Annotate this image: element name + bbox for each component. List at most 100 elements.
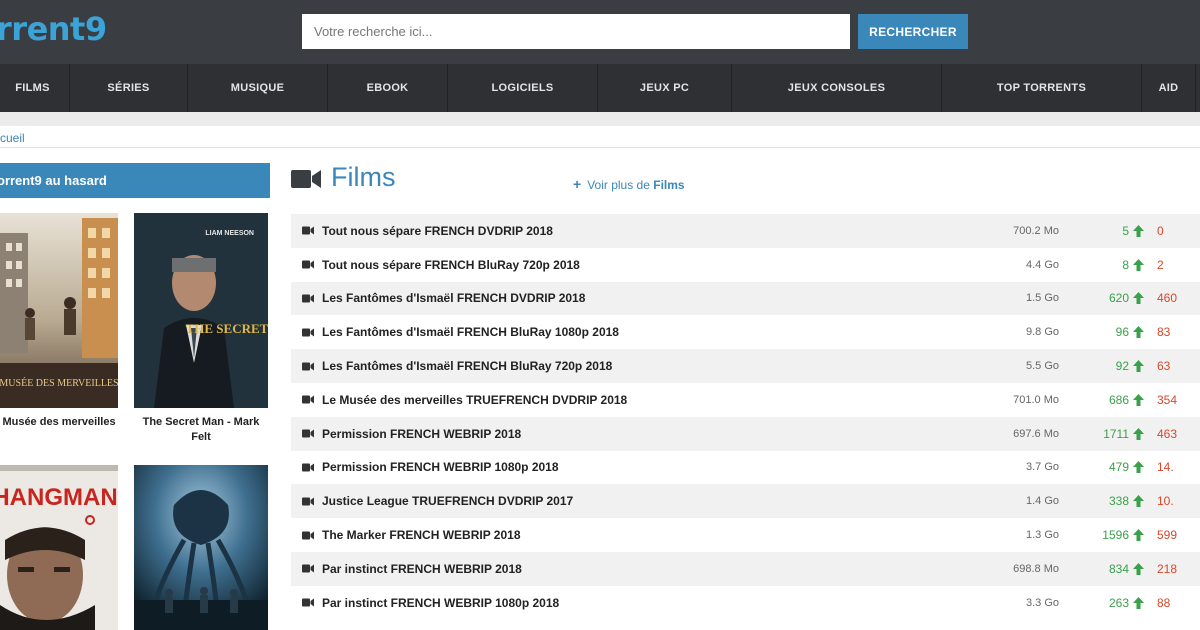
arrow-up-icon [1133, 360, 1144, 373]
torrent-size: 9.8 Go [1025, 326, 1059, 339]
poster-caption[interactable]: Musée des merveilles [0, 415, 118, 430]
breadcrumb-home[interactable]: ccueil [0, 131, 25, 145]
arrow-up-icon [1133, 224, 1144, 237]
torrent-row[interactable]: Par instinct FRENCH WEBRIP 1080p 2018 3.3… [291, 585, 1200, 620]
torrent-name[interactable]: Les Fantômes d'Ismaël FRENCH DVDRIP 2018 [322, 291, 585, 305]
nav-item-films[interactable]: FILMS [0, 64, 70, 112]
torrent-name[interactable]: Permission FRENCH WEBRIP 1080p 2018 [322, 460, 559, 474]
torrent-seeders: 96 [1115, 325, 1129, 340]
torrent-seeders: 1711 [1103, 426, 1129, 441]
nav-item-series[interactable]: SÉRIES [70, 64, 188, 112]
poster-title-text: THE SECRET MAN [186, 321, 268, 336]
torrent-row[interactable]: Justice League TRUEFRENCH DVDRIP 2017 1.4… [291, 484, 1200, 519]
torrent-leechers: 14. [1157, 460, 1174, 475]
arrow-up-icon [1133, 258, 1144, 271]
torrent-seeders: 5 [1122, 223, 1129, 238]
torrent-row[interactable]: The Marker FRENCH WEBRIP 2018 1.3 Go 1596 5… [291, 518, 1200, 552]
nav-item-jeux-consoles[interactable]: JEUX CONSOLES [732, 64, 942, 112]
header: rrent9 RECHERCHER [0, 0, 1200, 64]
arrow-up-icon [1133, 427, 1144, 440]
poster-image [134, 465, 268, 630]
torrent-name[interactable]: Tout nous sépare FRENCH BluRay 720p 2018 [322, 258, 580, 272]
voir-plus-category: Films [653, 178, 685, 192]
torrent-leechers: 10. [1157, 494, 1174, 509]
poster-image: LIAM NEESON THE SECRET MAN [134, 213, 268, 408]
arrow-up-icon [1133, 495, 1144, 508]
poster-title-text: HANGMAN [0, 484, 118, 511]
torrent-row[interactable]: Les Fantômes d'Ismaël FRENCH BluRay 1080… [291, 315, 1200, 350]
nav-item-aide[interactable]: AID [1142, 64, 1196, 112]
search-input[interactable] [302, 14, 850, 49]
torrent-seeders: 338 [1108, 494, 1129, 509]
torrent-name[interactable]: Le Musée des merveilles TRUEFRENCH DVDRI… [322, 393, 627, 407]
divider [0, 147, 1200, 148]
torrent-name[interactable]: The Marker FRENCH WEBRIP 2018 [322, 528, 521, 542]
poster-image: MUSÉE DES MERVEILLES [0, 213, 118, 408]
voir-plus-prefix: Voir plus de [587, 178, 654, 192]
torrent-size: 3.3 Go [1025, 596, 1059, 609]
video-camera-icon [302, 328, 314, 337]
poster-musee-des-merveilles[interactable]: MUSÉE DES MERVEILLES [0, 213, 118, 408]
poster-title-text: MUSÉE DES MERVEILLES [0, 377, 118, 389]
torrent-leechers: 88 [1157, 595, 1171, 610]
torrent-name[interactable]: Les Fantômes d'Ismaël FRENCH BluRay 1080… [322, 325, 619, 339]
nav-item-jeux-pc[interactable]: JEUX PC [598, 64, 732, 112]
nav-item-ebook[interactable]: EBOOK [328, 64, 448, 112]
torrent-row[interactable]: Les Fantômes d'Ismaël FRENCH BluRay 720p… [291, 349, 1200, 383]
torrent-size: 1.3 Go [1025, 529, 1059, 542]
torrent-name[interactable]: Permission FRENCH WEBRIP 2018 [322, 427, 521, 441]
torrent-row[interactable]: Les Fantômes d'Ismaël FRENCH DVDRIP 2018… [291, 281, 1200, 316]
torrent-seeders: 620 [1108, 291, 1129, 306]
nav-item-musique[interactable]: MUSIQUE [188, 64, 328, 112]
torrent-size: 698.8 Mo [1013, 562, 1059, 575]
torrent-row[interactable]: Tout nous sépare FRENCH BluRay 720p 2018… [291, 247, 1200, 282]
torrent-seeders: 834 [1108, 561, 1129, 576]
torrent-leechers: 218 [1157, 561, 1178, 576]
search-button[interactable]: RECHERCHER [858, 14, 968, 49]
torrent-name[interactable]: Par instinct FRENCH WEBRIP 2018 [322, 562, 522, 576]
torrent-row[interactable]: Le Musée des merveilles TRUEFRENCH DVDRI… [291, 382, 1200, 417]
plus-icon: + [573, 176, 582, 192]
poster-hangman[interactable]: HANGMAN [0, 465, 118, 630]
torrent-row[interactable]: Permission FRENCH WEBRIP 1080p 2018 3.7 G… [291, 450, 1200, 485]
torrent-row[interactable]: Par instinct FRENCH WEBRIP 2018 698.8 Mo 8… [291, 551, 1200, 586]
torrent-seeders: 479 [1108, 460, 1129, 475]
torrent-name[interactable]: Justice League TRUEFRENCH DVDRIP 2017 [322, 494, 573, 508]
torrent-seeders: 92 [1115, 359, 1129, 374]
torrent-table: Tout nous sépare FRENCH DVDRIP 2018 700.2… [291, 214, 1200, 620]
poster-secret-man[interactable]: LIAM NEESON THE SECRET MAN [134, 213, 268, 408]
torrent-size: 4.4 Go [1025, 258, 1059, 271]
arrow-up-icon [1133, 292, 1144, 305]
torrent-seeders: 686 [1108, 392, 1129, 407]
video-camera-icon [302, 260, 314, 269]
video-camera-icon [302, 564, 314, 573]
torrent-seeders: 263 [1108, 595, 1129, 610]
poster-fantasy[interactable] [134, 465, 268, 630]
voir-plus-link[interactable]: + Voir plus de Films [573, 176, 685, 192]
poster-caption[interactable]: The Secret Man - Mark Felt [134, 415, 268, 445]
torrent-size: 700.2 Mo [1013, 224, 1059, 237]
torrent-name[interactable]: Tout nous sépare FRENCH DVDRIP 2018 [322, 224, 553, 238]
site-logo[interactable]: rrent9 [0, 10, 107, 48]
poster-image: HANGMAN [0, 465, 118, 630]
video-camera-icon [291, 170, 321, 188]
arrow-up-icon [1133, 596, 1144, 609]
torrent-name[interactable]: Par instinct FRENCH WEBRIP 1080p 2018 [322, 596, 559, 610]
torrent-size: 1.4 Go [1025, 495, 1059, 508]
torrent-leechers: 2 [1157, 257, 1164, 272]
torrent-leechers: 0 [1157, 223, 1164, 238]
video-camera-icon [302, 226, 314, 235]
torrent-seeders: 8 [1122, 257, 1129, 272]
nav-item-logiciels[interactable]: LOGICIELS [448, 64, 598, 112]
video-camera-icon [302, 294, 314, 303]
nav-item-top-torrents[interactable]: TOP TORRENTS [942, 64, 1142, 112]
torrent-row[interactable]: Tout nous sépare FRENCH DVDRIP 2018 700.2… [291, 214, 1200, 248]
video-camera-icon [302, 598, 314, 607]
video-camera-icon [302, 429, 314, 438]
torrent-leechers: 463 [1157, 426, 1178, 441]
torrent-name[interactable]: Les Fantômes d'Ismaël FRENCH BluRay 720p… [322, 359, 612, 373]
arrow-up-icon [1133, 326, 1144, 339]
arrow-up-icon [1133, 562, 1144, 575]
video-camera-icon [302, 463, 314, 472]
torrent-row[interactable]: Permission FRENCH WEBRIP 2018 697.6 Mo 171… [291, 416, 1200, 451]
